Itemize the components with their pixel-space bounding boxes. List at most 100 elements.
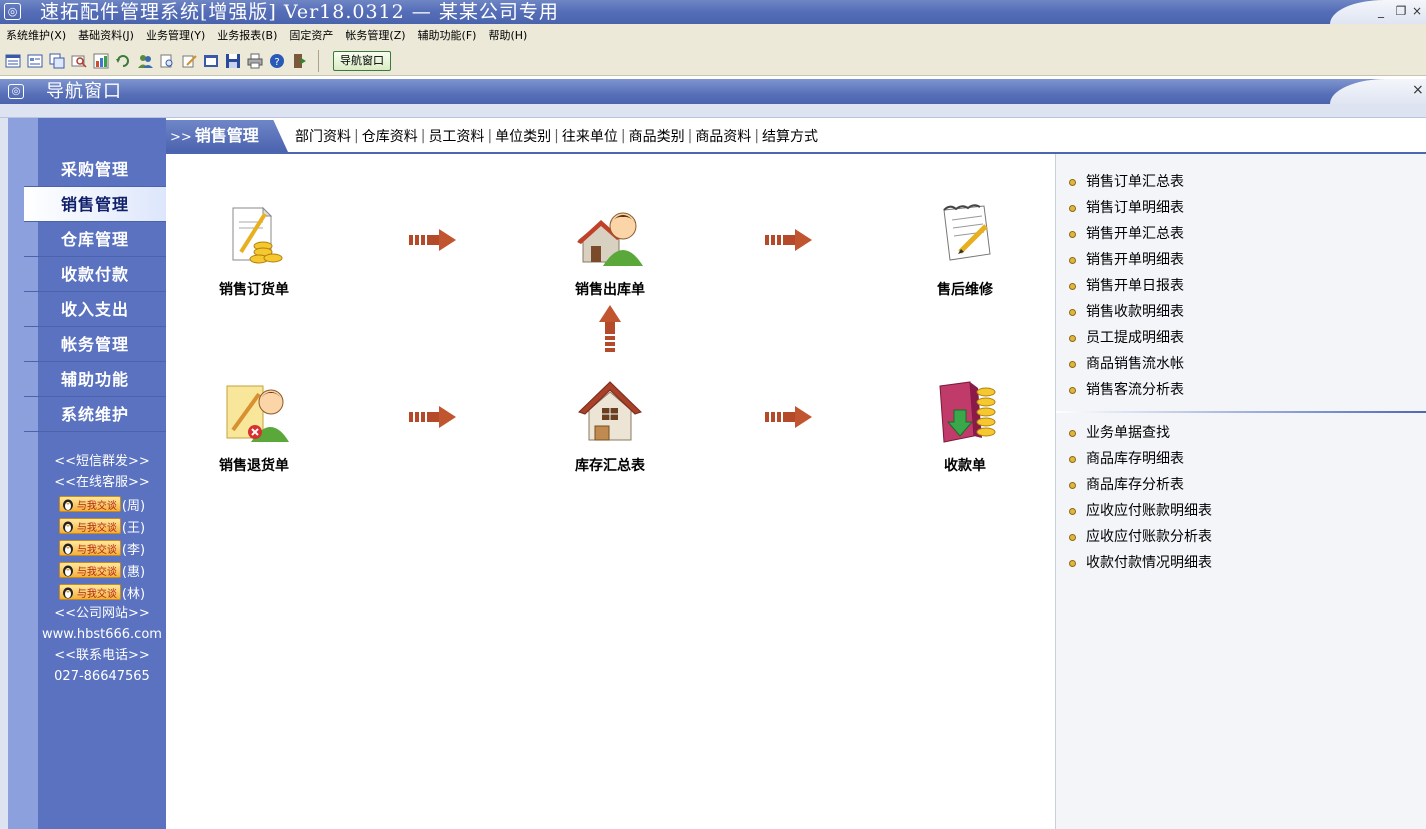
report-link[interactable]: 商品库存分析表 <box>1056 472 1426 498</box>
tab-sales-management[interactable]: >> 销售管理 <box>166 120 288 152</box>
find-icon[interactable] <box>70 52 88 70</box>
qq-chat-badge[interactable]: 与我交谈 <box>58 518 121 534</box>
sales-order-node[interactable]: 销售订货单 <box>194 204 314 299</box>
link-product[interactable]: 商品资料 <box>694 126 752 146</box>
report-link[interactable]: 商品库存明细表 <box>1056 446 1426 472</box>
sidebar-item-accounts[interactable]: 帐务管理 <box>24 327 166 362</box>
window-frame-left <box>0 118 8 829</box>
link-warehouse[interactable]: 仓库资料 <box>361 126 419 146</box>
print-preview-icon[interactable] <box>158 52 176 70</box>
online-service-link[interactable]: <<在线客服>> <box>38 472 166 493</box>
report-label: 商品库存分析表 <box>1086 477 1184 493</box>
report-link[interactable]: 业务单据查找 <box>1056 420 1426 446</box>
qq-contact-name: (林) <box>121 586 146 602</box>
qq-contact-hui[interactable]: 与我交谈 (惠) <box>38 559 166 581</box>
link-product-category[interactable]: 商品类别 <box>628 126 686 146</box>
chart-icon[interactable] <box>92 52 110 70</box>
report-link[interactable]: 销售开单汇总表 <box>1056 221 1426 247</box>
report-link[interactable]: 销售开单明细表 <box>1056 247 1426 273</box>
report-link[interactable]: 销售订单汇总表 <box>1056 169 1426 195</box>
edit-icon[interactable] <box>180 52 198 70</box>
report-link[interactable]: 应收应付账款明细表 <box>1056 498 1426 524</box>
form-icon[interactable] <box>26 52 44 70</box>
copy-icon[interactable] <box>48 52 66 70</box>
window-title: 速拓配件管理系统[增强版] Ver18.0312 — 某某公司专用 <box>40 1 559 23</box>
arrow-right-icon <box>409 406 456 428</box>
users-icon[interactable] <box>136 52 154 70</box>
svg-text:?: ? <box>274 57 279 68</box>
link-separator: | <box>554 128 559 144</box>
report-link[interactable]: 销售订单明细表 <box>1056 195 1426 221</box>
sidebar-item-warehouse[interactable]: 仓库管理 <box>24 222 166 257</box>
sidebar-item-system[interactable]: 系统维护 <box>24 397 166 432</box>
stock-summary-node[interactable]: 库存汇总表 <box>550 380 670 475</box>
qq-chat-label: 与我交谈 <box>76 566 117 578</box>
link-separator: | <box>754 128 760 144</box>
qq-contact-lin[interactable]: 与我交谈 (林) <box>38 581 166 603</box>
qq-contact-li[interactable]: 与我交谈 (李) <box>38 537 166 559</box>
report-link[interactable]: 员工提成明细表 <box>1056 325 1426 351</box>
sales-out-node[interactable]: 销售出库单 <box>550 204 670 299</box>
qq-contact-wang[interactable]: 与我交谈 (王) <box>38 515 166 537</box>
receipt-node[interactable]: 收款单 <box>905 380 1025 475</box>
link-unit-category[interactable]: 单位类别 <box>494 126 552 146</box>
sms-link[interactable]: <<短信群发>> <box>38 451 166 472</box>
report-link[interactable]: 商品销售流水帐 <box>1056 351 1426 377</box>
sidebar-item-purchase[interactable]: 采购管理 <box>24 152 166 187</box>
qq-chat-badge[interactable]: 与我交谈 <box>58 496 121 512</box>
report-link[interactable]: 销售开单日报表 <box>1056 273 1426 299</box>
refresh-icon[interactable] <box>114 52 132 70</box>
menu-auxiliary[interactable]: 辅助功能(F) <box>418 27 477 43</box>
qq-chat-badge[interactable]: 与我交谈 <box>58 562 121 578</box>
sidebar-nav: 采购管理 销售管理 仓库管理 收款付款 收入支出 帐务管理 辅助功能 系统维护 <box>24 152 166 432</box>
save-icon[interactable] <box>224 52 242 70</box>
bullet-icon <box>1069 534 1076 541</box>
window-icon[interactable] <box>202 52 220 70</box>
menu-accounts[interactable]: 帐务管理(Z) <box>345 27 405 43</box>
exit-icon[interactable] <box>290 52 308 70</box>
link-separator: | <box>687 128 693 144</box>
report-link[interactable]: 销售收款明细表 <box>1056 299 1426 325</box>
list-icon[interactable] <box>4 52 22 70</box>
report-link[interactable]: 销售客流分析表 <box>1056 377 1426 403</box>
link-separator: | <box>354 128 359 144</box>
nav-window-button[interactable]: 导航窗口 <box>333 50 391 71</box>
link-department[interactable]: 部门资料 <box>294 126 352 146</box>
report-label: 销售开单日报表 <box>1086 278 1184 294</box>
arrow-right-icon <box>765 406 812 428</box>
website-link[interactable]: www.hbst666.com <box>38 624 166 645</box>
menu-basic-data[interactable]: 基础资料(J) <box>78 27 134 43</box>
report-label: 收款付款情况明细表 <box>1086 555 1212 571</box>
reports-panel: 销售订单汇总表 销售订单明细表 销售开单汇总表 销售开单明细表 销售开单日报表 … <box>1055 154 1426 829</box>
link-settlement[interactable]: 结算方式 <box>761 126 819 146</box>
menu-help[interactable]: 帮助(H) <box>488 27 527 43</box>
menu-business[interactable]: 业务管理(Y) <box>146 27 205 43</box>
report-link[interactable]: 应收应付账款分析表 <box>1056 524 1426 550</box>
qq-chat-badge[interactable]: 与我交谈 <box>58 584 121 600</box>
sales-return-node[interactable]: 销售退货单 <box>194 380 314 475</box>
child-close-button[interactable]: × <box>1412 82 1424 98</box>
menu-reports[interactable]: 业务报表(B) <box>217 27 277 43</box>
qq-contact-zhou[interactable]: 与我交谈 (周) <box>38 493 166 515</box>
link-partners[interactable]: 往来单位 <box>561 126 619 146</box>
app-icon[interactable]: ◎ <box>4 3 21 20</box>
link-employee[interactable]: 员工资料 <box>427 126 485 146</box>
report-link[interactable]: 收款付款情况明细表 <box>1056 550 1426 576</box>
menu-system[interactable]: 系统维护(X) <box>6 27 66 43</box>
menu-fixed-assets[interactable]: 固定资产 <box>289 27 333 43</box>
report-label: 应收应付账款分析表 <box>1086 529 1212 545</box>
sidebar-item-sales[interactable]: 销售管理 <box>24 187 166 222</box>
sidebar-item-auxiliary[interactable]: 辅助功能 <box>24 362 166 397</box>
after-sales-node[interactable]: 售后维修 <box>905 204 1025 299</box>
close-button[interactable]: × <box>1408 2 1426 20</box>
print-icon[interactable] <box>246 52 264 70</box>
sidebar-item-income-expense[interactable]: 收入支出 <box>24 292 166 327</box>
child-window-caption: ◎ 导航窗口 × <box>0 79 1426 104</box>
sidebar-item-payments[interactable]: 收款付款 <box>24 257 166 292</box>
qq-chat-badge[interactable]: 与我交谈 <box>58 540 121 556</box>
child-window-icon[interactable]: ◎ <box>8 84 24 99</box>
bullet-icon <box>1069 231 1076 238</box>
minimize-button[interactable]: _ <box>1372 2 1390 20</box>
link-separator: | <box>620 128 626 144</box>
help-icon[interactable]: ? <box>268 52 286 70</box>
